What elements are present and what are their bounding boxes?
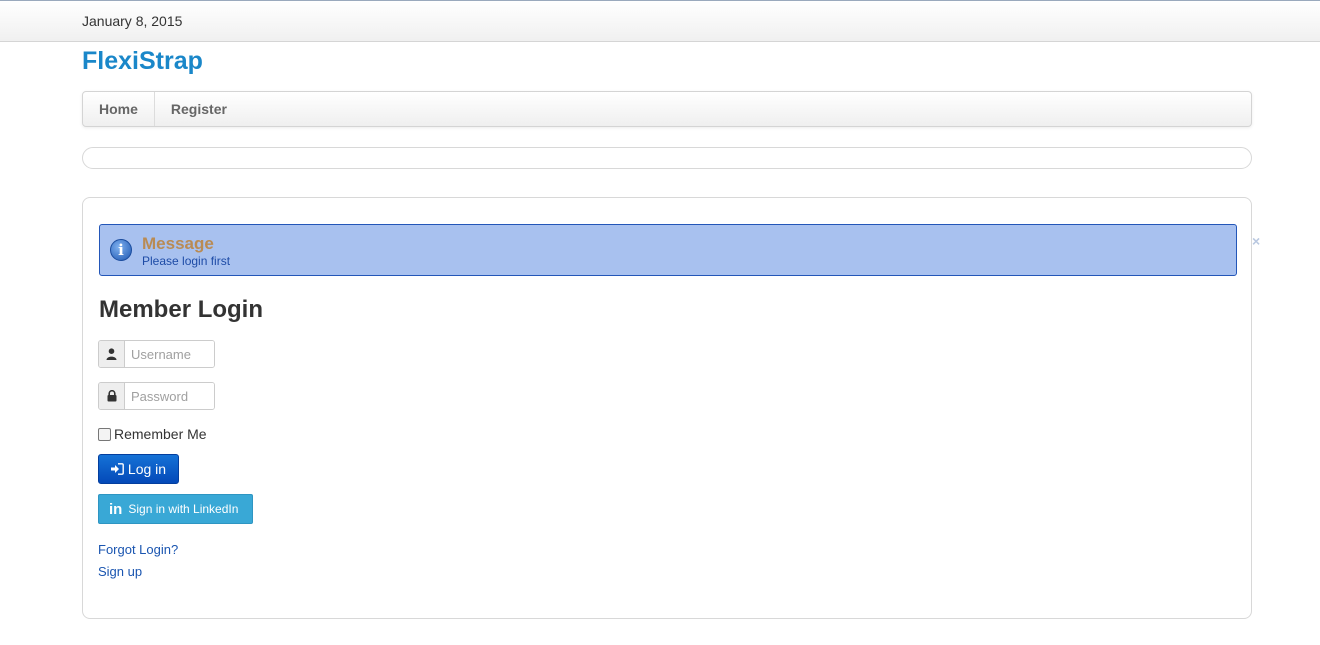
info-icon: i [110,239,132,261]
login-button[interactable]: Log in [98,454,179,484]
nav-item-home[interactable]: Home [83,92,155,126]
header-date: January 8, 2015 [82,13,183,29]
lock-icon [99,383,125,409]
sign-up-link[interactable]: Sign up [98,564,142,579]
username-input[interactable] [125,341,214,367]
page-title: Member Login [99,296,264,323]
sign-in-icon [110,463,124,475]
login-button-label: Log in [127,461,167,477]
content-panel: i Message Please login first × Member Lo… [82,197,1260,619]
username-input-group [98,340,215,368]
nav-item-register[interactable]: Register [155,92,243,126]
brand-logo-link[interactable]: FlexiStrap [82,47,203,76]
alert-title: Message [142,234,214,253]
remember-me-label[interactable]: Remember Me [114,426,207,442]
linkedin-signin-button[interactable]: in Sign in with LinkedIn [98,494,253,524]
main-navbar: Home Register [82,91,1252,127]
forgot-login-link[interactable]: Forgot Login? [98,542,178,557]
alert-text: Please login first [142,254,231,268]
linkedin-button-label: Sign in with LinkedIn [128,502,239,516]
info-alert: i Message Please login first × [99,224,1260,276]
password-input-group [98,382,215,410]
linkedin-icon: in [109,500,123,518]
remember-me-row: Remember Me [98,426,207,442]
remember-me-checkbox[interactable] [98,427,111,441]
alert-close-button[interactable]: × [1252,233,1260,249]
top-bar: January 8, 2015 [0,0,1320,42]
user-icon [99,341,125,367]
password-input[interactable] [125,383,214,409]
empty-breadcrumb-well [82,147,1252,169]
